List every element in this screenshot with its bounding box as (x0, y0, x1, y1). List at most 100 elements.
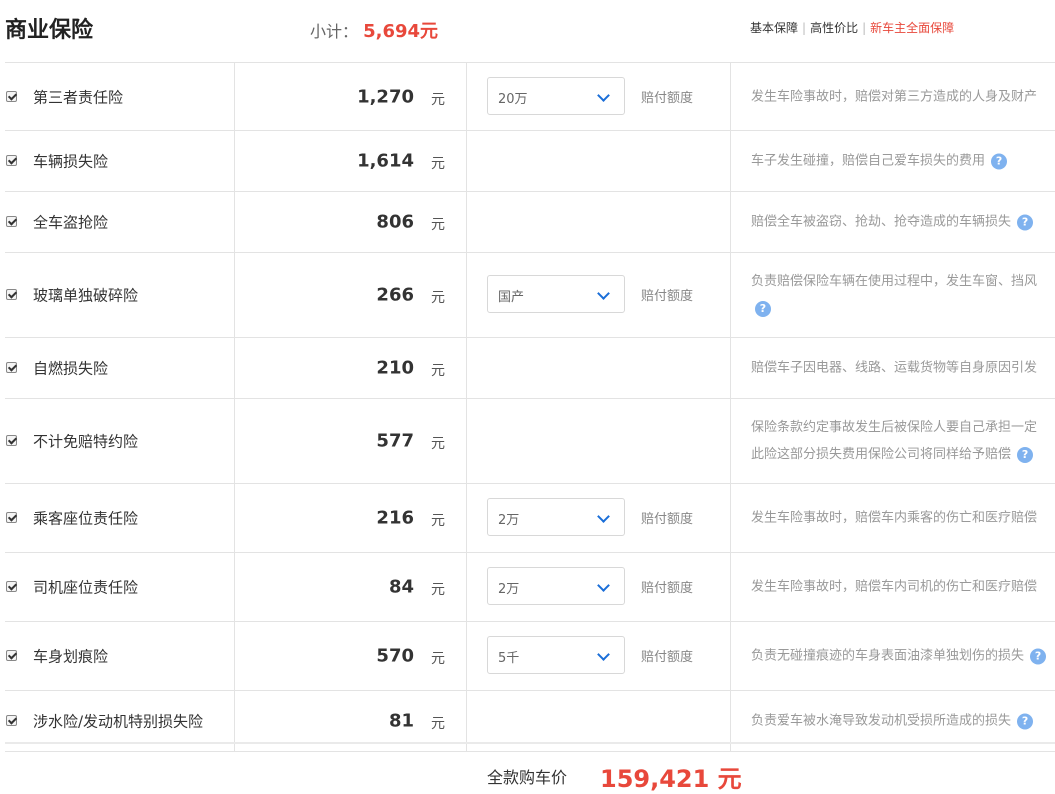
question-circle-icon[interactable]: ? (755, 300, 771, 317)
insurance-price: 81 (388, 710, 414, 732)
coverage-label: 赔付额度 (641, 90, 694, 106)
insurance-name: 乘客座位责任险 (33, 509, 139, 528)
total-label: 全款购车价 (487, 768, 568, 787)
coverage-select-value: 2万 (498, 582, 520, 597)
coverage-select[interactable]: 2万 (487, 567, 625, 605)
price-cell: 84 元 (235, 553, 467, 621)
header: 商业保险 小计： 5,694元 基本保障 | 高性价比 | 新车主全面保障 (0, 0, 1055, 56)
insurance-description: 发生车险事故时，赔偿对第三方造成的人身及财产 (751, 83, 1055, 110)
coverage-label: 赔付额度 (641, 512, 694, 527)
price-unit: 元 (431, 156, 445, 172)
checkbox-checked-icon[interactable] (6, 216, 17, 227)
description-cell: 发生车险事故时，赔偿车内乘客的伤亡和医疗赔偿 (731, 484, 1055, 552)
price-cell: 570 元 (235, 622, 467, 690)
checkbox-checked-icon[interactable] (6, 715, 17, 726)
description-line: 发生车险事故时，赔偿车内乘客的伤亡和医疗赔偿 (751, 510, 1038, 526)
description-line: 发生车险事故时，赔偿车内司机的伤亡和医疗赔偿 (751, 579, 1038, 595)
footer: 全款购车价 159,421 元 (5, 742, 1055, 793)
price-cell: 577 元 (235, 399, 467, 483)
preset-link-value[interactable]: 高性价比 (810, 21, 858, 35)
divider: | (862, 21, 867, 35)
insurance-name: 司机座位责任险 (33, 578, 139, 597)
name-cell: 乘客座位责任险 (5, 484, 235, 552)
option-cell (467, 192, 731, 252)
insurance-price: 577 (376, 430, 414, 452)
table-row: 车辆损失险 1,614 元 车子发生碰撞，赔偿自己爱车损失的费用? (5, 131, 1055, 192)
description-cell: 负责赔偿保险车辆在使用过程中，发生车窗、挡风? (731, 253, 1055, 337)
insurance-name: 第三者责任险 (33, 88, 124, 106)
description-cell: 赔偿车子因电器、线路、运载货物等自身原因引发 (731, 338, 1055, 398)
description-line: 负责爱车被水淹导致发动机受损所造成的损失 (751, 713, 1012, 729)
description-cell: 保险条款约定事故发生后被保险人要自己承担一定 此险这部分损失费用保险公司将同样给予… (731, 399, 1055, 483)
question-circle-icon[interactable]: ? (1030, 648, 1047, 664)
preset-link-basic[interactable]: 基本保障 (750, 21, 798, 35)
divider: | (802, 21, 807, 35)
price-cell: 1,270 元 (235, 63, 467, 130)
insurance-price: 806 (376, 211, 414, 233)
table-row: 玻璃单独破碎险 266 元 国产 赔付额度 负责赔偿保险车辆在使用过程中，发生车窗、挡风? (5, 253, 1055, 338)
name-cell: 车身划痕险 (5, 622, 235, 690)
question-circle-icon[interactable]: ? (1017, 446, 1034, 463)
insurance-price: 216 (376, 507, 414, 529)
insurance-price: 84 (388, 576, 414, 598)
coverage-select[interactable]: 2万 (487, 498, 625, 536)
price-cell: 266 元 (235, 253, 467, 337)
question-circle-icon[interactable]: ? (1017, 713, 1034, 729)
subtotal: 小计： 5,694元 (310, 17, 438, 43)
chevron-down-icon (597, 287, 610, 300)
checkbox-checked-icon[interactable] (6, 581, 17, 592)
checkbox-checked-icon[interactable] (6, 362, 17, 373)
coverage-select-value: 国产 (498, 290, 525, 305)
price-unit: 元 (431, 290, 445, 306)
price-cell: 210 元 (235, 338, 467, 398)
insurance-name: 车身划痕险 (33, 647, 109, 666)
subtotal-label: 小计： (310, 22, 359, 41)
insurance-name: 玻璃单独破碎险 (33, 286, 139, 305)
insurance-table: 第三者责任险 1,270 元 20万 赔付额度 发生车险事故时，赔偿对第三方造成的人身及财… (5, 62, 1055, 752)
question-circle-icon[interactable]: ? (991, 153, 1008, 169)
insurance-name: 自燃损失险 (33, 359, 109, 378)
option-cell: 20万 赔付额度 (467, 63, 731, 130)
checkbox-checked-icon[interactable] (6, 155, 17, 166)
price-unit: 元 (431, 651, 445, 667)
coverage-select-value: 20万 (498, 91, 528, 107)
checkbox-checked-icon[interactable] (6, 289, 17, 300)
insurance-description: 赔偿车子因电器、线路、运载货物等自身原因引发 (751, 355, 1055, 382)
price-unit: 元 (431, 582, 445, 598)
table-row: 车身划痕险 570 元 5千 赔付额度 负责无碰撞痕迹的车身表面油漆单独划伤的损失? (5, 622, 1055, 691)
name-cell: 司机座位责任险 (5, 553, 235, 621)
insurance-description: 保险条款约定事故发生后被保险人要自己承担一定 此险这部分损失费用保险公司将同样给予… (751, 414, 1055, 468)
checkbox-checked-icon[interactable] (6, 90, 17, 102)
coverage-select[interactable]: 20万 (487, 76, 625, 115)
checkbox-checked-icon[interactable] (6, 650, 17, 661)
price-unit: 元 (431, 217, 445, 233)
coverage-label: 赔付额度 (641, 289, 694, 304)
table-row: 自燃损失险 210 元 赔偿车子因电器、线路、运载货物等自身原因引发 (5, 338, 1055, 399)
question-circle-icon[interactable]: ? (1017, 214, 1034, 230)
insurance-description: 发生车险事故时，赔偿车内司机的伤亡和医疗赔偿 (751, 574, 1055, 601)
option-cell: 2万 赔付额度 (467, 484, 731, 552)
description-line: 赔偿车子因电器、线路、运载货物等自身原因引发 (751, 360, 1038, 376)
price-cell: 1,614 元 (235, 131, 467, 191)
coverage-select[interactable]: 5千 (487, 636, 625, 674)
insurance-name: 涉水险/发动机特别损失险 (33, 712, 204, 731)
chevron-down-icon (597, 579, 610, 592)
insurance-description: 发生车险事故时，赔偿车内乘客的伤亡和医疗赔偿 (751, 505, 1055, 532)
table-row: 司机座位责任险 84 元 2万 赔付额度 发生车险事故时，赔偿车内司机的伤亡和医疗赔偿 (5, 553, 1055, 622)
option-cell (467, 399, 731, 483)
insurance-description: 车子发生碰撞，赔偿自己爱车损失的费用? (751, 148, 1055, 175)
insurance-name: 不计免赔特约险 (33, 432, 139, 451)
coverage-label: 赔付额度 (641, 650, 694, 665)
table-row: 乘客座位责任险 216 元 2万 赔付额度 发生车险事故时，赔偿车内乘客的伤亡和医疗赔偿 (5, 484, 1055, 553)
description-cell: 车子发生碰撞，赔偿自己爱车损失的费用? (731, 131, 1055, 191)
checkbox-checked-icon[interactable] (6, 435, 17, 446)
checkbox-checked-icon[interactable] (6, 512, 17, 523)
coverage-label: 赔付额度 (641, 581, 694, 596)
preset-link-full[interactable]: 新车主全面保障 (870, 21, 954, 35)
insurance-price: 1,270 (357, 86, 414, 107)
table-row: 全车盗抢险 806 元 赔偿全车被盗窃、抢劫、抢夺造成的车辆损失? (5, 192, 1055, 253)
total-value: 159,421 元 (600, 765, 742, 793)
coverage-select[interactable]: 国产 (487, 275, 625, 313)
description-cell: 负责无碰撞痕迹的车身表面油漆单独划伤的损失? (731, 622, 1055, 690)
price-cell: 216 元 (235, 484, 467, 552)
